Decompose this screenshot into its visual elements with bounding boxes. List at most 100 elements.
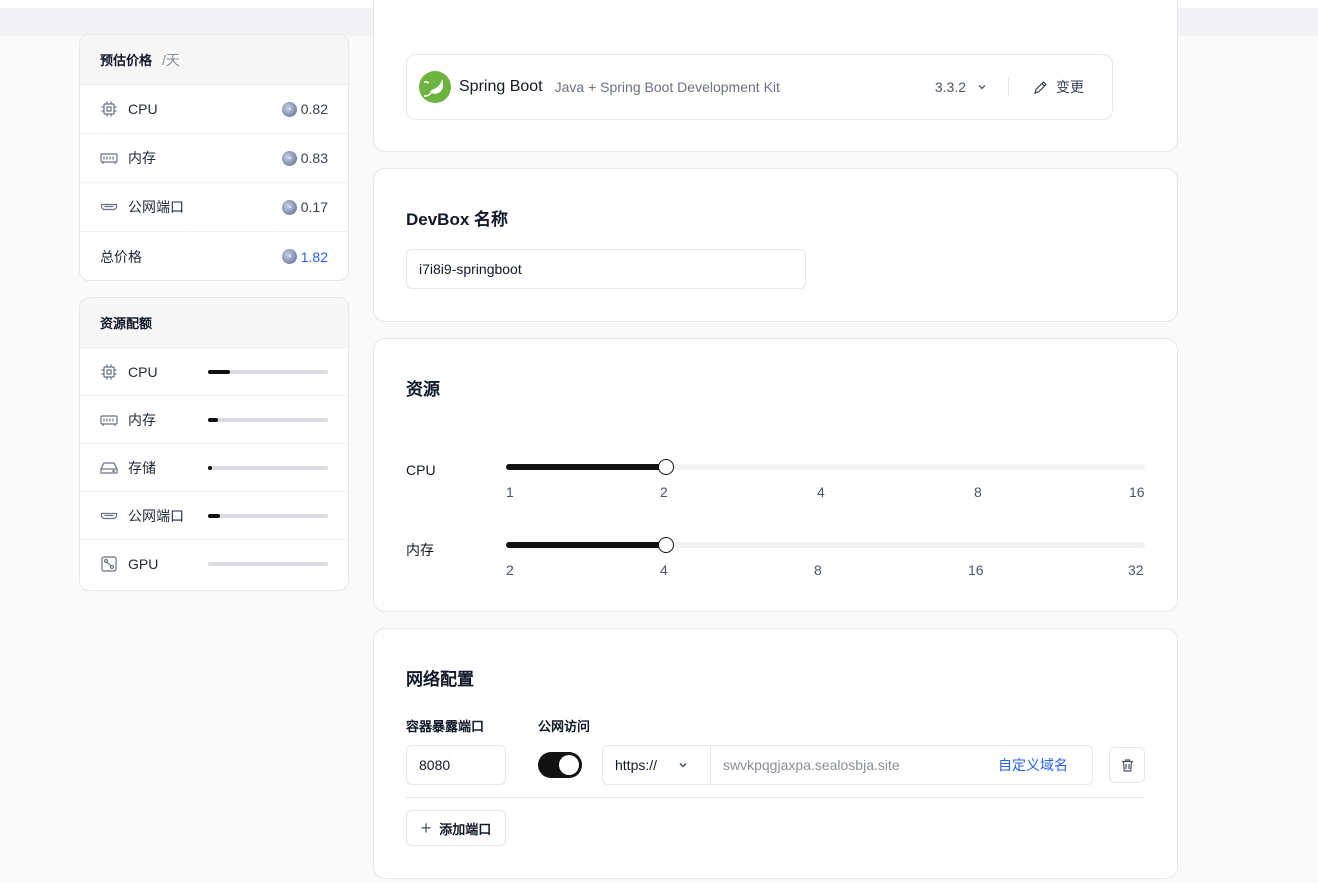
runtime-description: Java + Spring Boot Development Kit: [554, 79, 780, 95]
price-panel-header: 预估价格 /天: [80, 35, 348, 85]
quota-row-gpu: GPU: [80, 540, 348, 588]
public-access-toggle[interactable]: [538, 752, 582, 778]
version-select[interactable]: 3.3.2: [935, 79, 988, 95]
memory-slider-label: 内存: [406, 542, 434, 558]
cpu-slider-fill: [506, 464, 666, 470]
memory-tick: 2: [506, 562, 514, 578]
quota-bar: [208, 562, 328, 566]
gpu-icon: [100, 555, 118, 573]
memory-slider-thumb[interactable]: [658, 537, 674, 553]
custom-domain-link[interactable]: 自定义域名: [998, 755, 1068, 775]
container-port-input[interactable]: [406, 745, 506, 785]
coin-icon: ◔: [281, 199, 297, 215]
public-domain: swvkpqgjaxpa.sealosbja.site: [723, 757, 900, 773]
runtime-selector: Spring Boot Java + Spring Boot Developme…: [406, 54, 1113, 120]
memory-icon: [100, 411, 118, 429]
resources-card: 资源 CPU 1 2 4 8 16 内存 2 4 8 16 32: [373, 338, 1178, 612]
price-label: 公网端口: [128, 199, 184, 215]
cpu-tick: 1: [506, 484, 514, 500]
coin-icon: ◔: [281, 150, 297, 166]
quota-label: 公网端口: [128, 507, 184, 524]
coin-icon: ◔: [281, 101, 297, 117]
plus-icon: +: [420, 817, 432, 838]
divider: [406, 797, 1145, 798]
quota-bar: [208, 465, 328, 470]
cpu-tick: 16: [1129, 484, 1145, 500]
network-title: 网络配置: [406, 670, 474, 689]
price-label: CPU: [128, 101, 158, 117]
network-card: 网络配置 容器暴露端口 公网访问 https:// swvkpqgjaxpa.s…: [373, 628, 1178, 879]
memory-icon: [100, 149, 118, 167]
cpu-tick: 4: [817, 484, 825, 500]
quota-panel-header: 资源配额: [80, 298, 348, 348]
quota-panel: 资源配额 CPU 内存 存储 公网端口 GPU: [79, 297, 349, 591]
price-label: 内存: [128, 150, 156, 166]
quota-bar: [208, 369, 328, 374]
memory-slider-fill: [506, 542, 666, 548]
quota-row-memory: 内存: [80, 396, 348, 444]
coin-icon: ◔: [281, 249, 297, 264]
price-row-total: 总价格 ◔ 1.82: [80, 232, 348, 280]
runtime-card: Spring Boot Java + Spring Boot Developme…: [373, 0, 1178, 152]
add-port-button[interactable]: + 添加端口: [406, 810, 506, 846]
quota-row-port: 公网端口: [80, 492, 348, 540]
total-price-value: ◔ 1.82: [281, 249, 328, 265]
quota-bar: [208, 513, 328, 518]
toggle-knob: [559, 755, 579, 775]
memory-tick: 4: [660, 562, 668, 578]
quota-row-storage: 存储: [80, 444, 348, 492]
price-row-memory: 内存 ◔ 0.83: [80, 134, 348, 183]
version-value: 3.3.2: [934, 79, 966, 95]
memory-tick: 32: [1128, 562, 1144, 578]
quota-label: GPU: [128, 556, 159, 572]
spring-boot-logo: [419, 71, 451, 103]
protocol-select[interactable]: https://: [603, 746, 711, 784]
price-panel-title: 预估价格: [100, 53, 153, 68]
memory-tick: 8: [814, 562, 822, 578]
change-label: 变更: [1056, 79, 1084, 95]
runtime-name: Spring Boot: [459, 78, 543, 95]
quota-bar: [208, 417, 328, 422]
public-access-label: 公网访问: [538, 719, 591, 734]
chevron-down-icon: [976, 81, 988, 93]
devbox-name-card: DevBox 名称: [373, 168, 1178, 322]
cpu-slider-thumb[interactable]: [658, 459, 674, 475]
domain-field: https:// swvkpqgjaxpa.sealosbja.site 自定义…: [602, 745, 1093, 785]
quota-label: 存储: [128, 459, 156, 476]
storage-icon: [100, 459, 118, 477]
change-runtime-button[interactable]: 变更: [1033, 77, 1084, 97]
cpu-slider[interactable]: [506, 459, 1145, 475]
price-value: ◔ 0.82: [281, 101, 328, 117]
resources-title: 资源: [406, 380, 440, 399]
port-icon: [100, 198, 118, 216]
quota-panel-title: 资源配额: [100, 316, 153, 331]
cpu-tick: 8: [974, 484, 982, 500]
cpu-tick: 2: [660, 484, 668, 500]
edit-icon: [1033, 80, 1048, 95]
add-port-label: 添加端口: [439, 821, 492, 837]
price-panel: 预估价格 /天 CPU ◔ 0.82 内存 ◔ 0.83 公网端口 ◔ 0.17 总价…: [79, 34, 349, 281]
delete-port-button[interactable]: [1109, 747, 1145, 783]
price-value: ◔ 0.83: [281, 150, 328, 166]
price-value: ◔ 0.17: [281, 199, 328, 215]
cpu-icon: [100, 100, 118, 118]
memory-slider[interactable]: [506, 537, 1145, 553]
container-port-label: 容器暴露端口: [406, 719, 485, 734]
total-price-label: 总价格: [100, 248, 142, 265]
quota-row-cpu: CPU: [80, 348, 348, 396]
quota-label: CPU: [128, 363, 158, 380]
devbox-name-input[interactable]: [406, 249, 806, 289]
cpu-slider-label: CPU: [406, 462, 436, 478]
quota-label: 内存: [128, 411, 156, 428]
price-row-port: 公网端口 ◔ 0.17: [80, 183, 348, 232]
port-icon: [100, 507, 118, 525]
memory-tick: 16: [968, 562, 984, 578]
price-unit: /天: [162, 51, 180, 68]
cpu-icon: [100, 363, 118, 381]
devbox-name-title: DevBox 名称: [406, 210, 509, 229]
chevron-down-icon: [677, 759, 689, 771]
price-row-cpu: CPU ◔ 0.82: [80, 85, 348, 134]
trash-icon: [1120, 758, 1135, 773]
protocol-value: https://: [615, 757, 658, 773]
divider: [1008, 78, 1009, 96]
